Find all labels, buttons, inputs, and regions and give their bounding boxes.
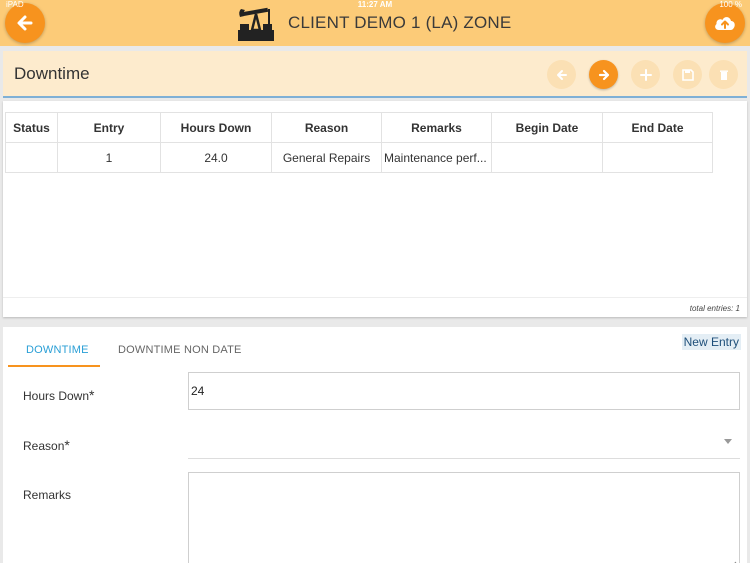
trash-icon (719, 70, 728, 80)
hours-down-label-text: Hours Down (23, 389, 90, 403)
cell-end-date (602, 142, 713, 173)
remarks-label: Remarks (23, 488, 72, 502)
entries-table: Status Entry Hours Down Reason Remarks B… (5, 112, 713, 173)
floppy-icon (681, 68, 694, 81)
app-title: CLIENT DEMO 1 (LA) ZONE (288, 13, 512, 32)
reason-label: Reason* (23, 437, 70, 453)
status-bar: iPAD 11:27 AM 100 % (0, 0, 750, 10)
column-reason[interactable]: Reason (271, 112, 382, 143)
cell-status (5, 142, 58, 173)
add-button[interactable] (631, 60, 660, 89)
cell-reason: General Repairs (271, 142, 382, 173)
cell-begin-date (491, 142, 603, 173)
entries-table-panel: Status Entry Hours Down Reason Remarks B… (3, 101, 747, 317)
tab-downtime-non-date[interactable]: DOWNTIME NON DATE (118, 344, 242, 356)
delete-button[interactable] (709, 60, 738, 89)
required-mark: * (89, 387, 95, 403)
battery-label: 100 % (719, 0, 742, 9)
divider (3, 297, 747, 298)
hours-down-label: Hours Down* (23, 387, 94, 403)
remarks-textarea[interactable] (188, 472, 740, 563)
arrow-left-icon (556, 69, 567, 80)
hours-down-input[interactable] (188, 372, 740, 410)
required-mark: * (64, 437, 70, 453)
entry-form-panel: DOWNTIME DOWNTIME NON DATE New Entry Hou… (3, 327, 747, 563)
cloud-upload-icon (715, 17, 735, 30)
table-header-row: Status Entry Hours Down Reason Remarks B… (5, 112, 713, 143)
plus-icon (639, 68, 652, 81)
resize-handle-icon[interactable] (727, 559, 737, 563)
cell-remarks: Maintenance perf... (381, 142, 492, 173)
total-entries: total entries: 1 (689, 304, 740, 313)
clock-label: 11:27 AM (357, 0, 393, 9)
table-row[interactable]: 1 24.0 General Repairs Maintenance perf.… (5, 142, 713, 173)
column-remarks[interactable]: Remarks (381, 112, 492, 143)
column-hours-down[interactable]: Hours Down (160, 112, 272, 143)
column-end-date[interactable]: End Date (602, 112, 713, 143)
section-title: Downtime (14, 64, 90, 83)
previous-button[interactable] (547, 60, 576, 89)
column-entry[interactable]: Entry (57, 112, 161, 143)
next-button[interactable] (589, 60, 618, 89)
reason-label-text: Reason (23, 439, 65, 453)
column-begin-date[interactable]: Begin Date (491, 112, 603, 143)
column-status[interactable]: Status (5, 112, 58, 143)
chevron-down-icon[interactable] (724, 439, 732, 444)
section-header: Downtime (3, 51, 747, 98)
cell-hours-down: 24.0 (160, 142, 272, 173)
arrow-right-icon (598, 69, 609, 80)
save-button[interactable] (673, 60, 702, 89)
active-tab-indicator (8, 365, 100, 367)
new-entry-button[interactable]: New Entry (681, 334, 741, 350)
tab-downtime[interactable]: DOWNTIME (26, 344, 89, 356)
reason-select[interactable] (188, 458, 740, 459)
arrow-left-icon (17, 15, 33, 31)
cell-entry: 1 (57, 142, 161, 173)
